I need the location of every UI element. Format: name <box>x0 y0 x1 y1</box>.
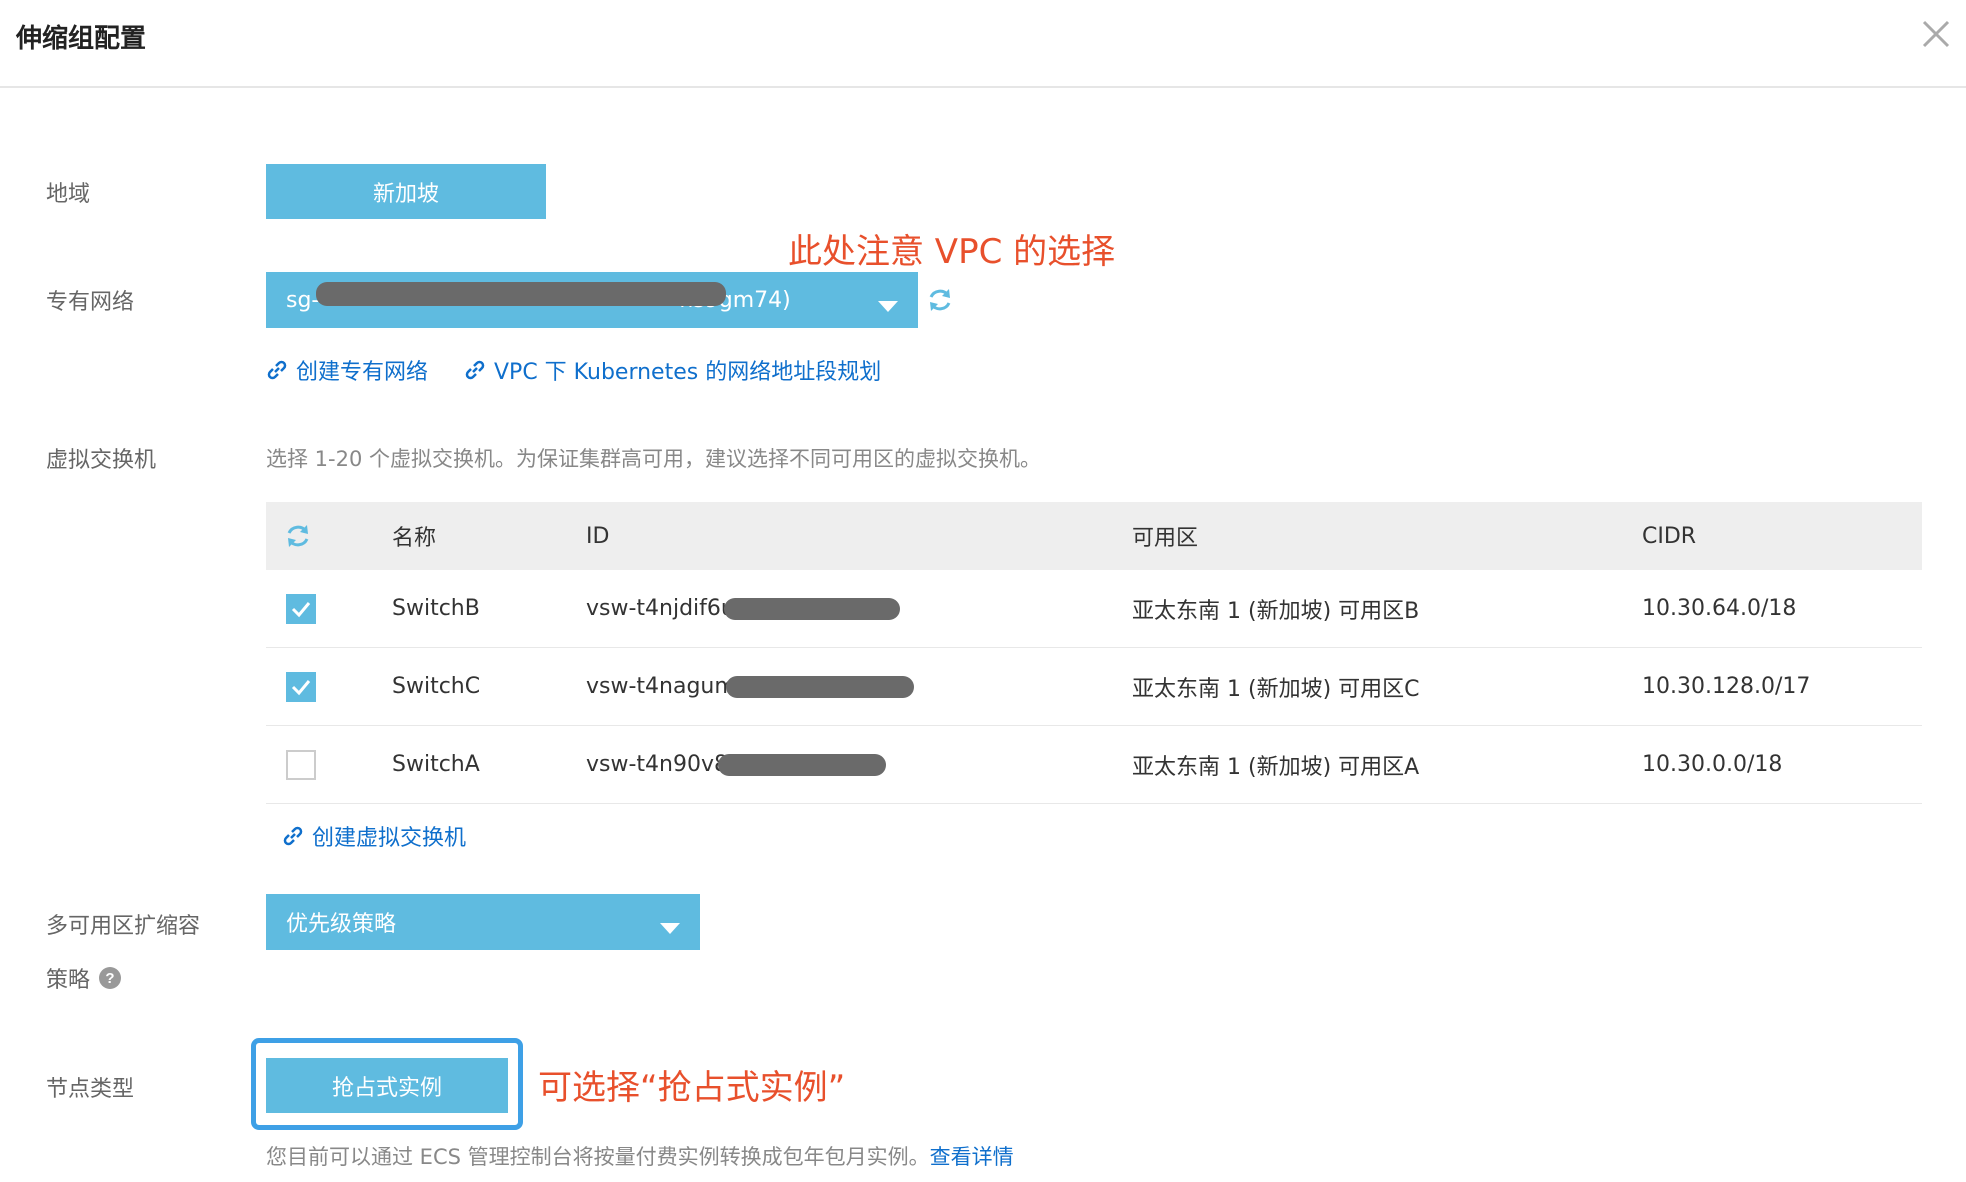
table-row[interactable]: SwitchB vsw-t4njdif6u 亚太东南 1 (新加坡) 可用区B … <box>266 570 1922 648</box>
row-id: vsw-t4nagum <box>586 674 736 699</box>
k8s-network-planning-link-label: VPC 下 Kubernetes 的网络地址段规划 <box>494 360 882 385</box>
create-vpc-link[interactable]: 创建专有网络 <box>266 354 428 386</box>
row-id: vsw-t4njdif6u <box>586 596 735 621</box>
row-name: SwitchC <box>392 674 481 699</box>
table-refresh-icon[interactable] <box>284 502 312 570</box>
redaction-mask <box>316 282 726 306</box>
chevron-down-icon <box>878 294 898 319</box>
row-checkbox-checked[interactable] <box>286 671 316 702</box>
vswitch-hint: 选择 1-20 个虚拟交换机。为保证集群高可用，建议选择不同可用区的虚拟交换机。 <box>266 447 1042 471</box>
node-type-note: 您目前可以通过 ECS 管理控制台将按量付费实例转换成包年包月实例。 查看详情 <box>266 1141 1014 1171</box>
row-id: vsw-t4n90v8 <box>586 752 728 777</box>
multi-az-label-line2-wrap: 策略 ? <box>46 962 122 994</box>
view-details-link[interactable]: 查看详情 <box>930 1141 1014 1171</box>
table-row[interactable]: SwitchC vsw-t4nagum 亚太东南 1 (新加坡) 可用区C 10… <box>266 648 1922 726</box>
close-icon[interactable] <box>1916 14 1956 54</box>
node-type-label: 节点类型 <box>46 1077 135 1102</box>
row-zone: 亚太东南 1 (新加坡) 可用区B <box>1132 598 1420 624</box>
link-icon <box>283 826 303 846</box>
row-cidr: 10.30.128.0/17 <box>1642 674 1811 699</box>
multi-az-label-line2: 策略 <box>46 968 91 993</box>
spot-instance-button[interactable]: 抢占式实例 <box>266 1058 508 1113</box>
row-name: SwitchA <box>392 752 480 777</box>
chevron-down-icon <box>660 916 680 941</box>
refresh-icon[interactable] <box>926 286 954 318</box>
row-zone: 亚太东南 1 (新加坡) 可用区C <box>1132 676 1420 702</box>
row-zone: 亚太东南 1 (新加坡) 可用区A <box>1132 754 1420 780</box>
column-header-name: 名称 <box>392 526 437 551</box>
multi-az-strategy-value: 优先级策略 <box>286 912 397 937</box>
link-icon <box>465 360 485 380</box>
multi-az-label-line1: 多可用区扩缩容 <box>46 914 201 939</box>
vswitch-label: 虚拟交换机 <box>46 448 157 473</box>
vpc-label: 专有网络 <box>46 290 135 315</box>
k8s-network-planning-link[interactable]: VPC 下 Kubernetes 的网络地址段规划 <box>464 354 881 386</box>
redaction-mask <box>718 754 886 776</box>
vswitch-table: 名称 ID 可用区 CIDR SwitchB vsw-t4njdif6u 亚太东… <box>266 502 1922 804</box>
spot-instance-label: 抢占式实例 <box>331 1075 442 1101</box>
dialog-title: 伸缩组配置 <box>16 24 147 54</box>
create-vswitch-link-label: 创建虚拟交换机 <box>312 826 467 851</box>
help-icon[interactable]: ? <box>98 966 122 990</box>
row-checkbox-unchecked[interactable] <box>286 749 316 780</box>
vpc-select-prefix: sg- <box>286 287 320 313</box>
node-type-note-text: 您目前可以通过 ECS 管理控制台将按量付费实例转换成包年包月实例。 <box>266 1145 930 1169</box>
create-vpc-link-label: 创建专有网络 <box>296 360 429 385</box>
region-label: 地域 <box>46 182 91 207</box>
region-button[interactable]: 新加坡 <box>266 164 546 219</box>
column-header-zone: 可用区 <box>1132 526 1199 551</box>
dialog-header: 伸缩组配置 <box>0 0 1966 88</box>
node-type-annotation: 可选择“抢占式实例” <box>538 1068 846 1108</box>
row-cidr: 10.30.64.0/18 <box>1642 596 1797 621</box>
region-value: 新加坡 <box>372 181 439 207</box>
row-name: SwitchB <box>392 596 480 621</box>
row-cidr: 10.30.0.0/18 <box>1642 752 1783 777</box>
table-row[interactable]: SwitchA vsw-t4n90v8 亚太东南 1 (新加坡) 可用区A 10… <box>266 726 1922 804</box>
row-checkbox-checked[interactable] <box>286 593 316 624</box>
table-header: 名称 ID 可用区 CIDR <box>266 502 1922 570</box>
create-vswitch-link[interactable]: 创建虚拟交换机 <box>282 820 466 852</box>
redaction-mask <box>726 676 914 698</box>
column-header-cidr: CIDR <box>1642 523 1697 549</box>
vpc-annotation: 此处注意 VPC 的选择 <box>788 232 1116 272</box>
svg-text:?: ? <box>105 970 114 987</box>
column-header-id: ID <box>586 523 610 549</box>
redaction-mask <box>724 598 900 620</box>
multi-az-strategy-select[interactable]: 优先级策略 <box>266 894 700 950</box>
link-icon <box>267 360 287 380</box>
